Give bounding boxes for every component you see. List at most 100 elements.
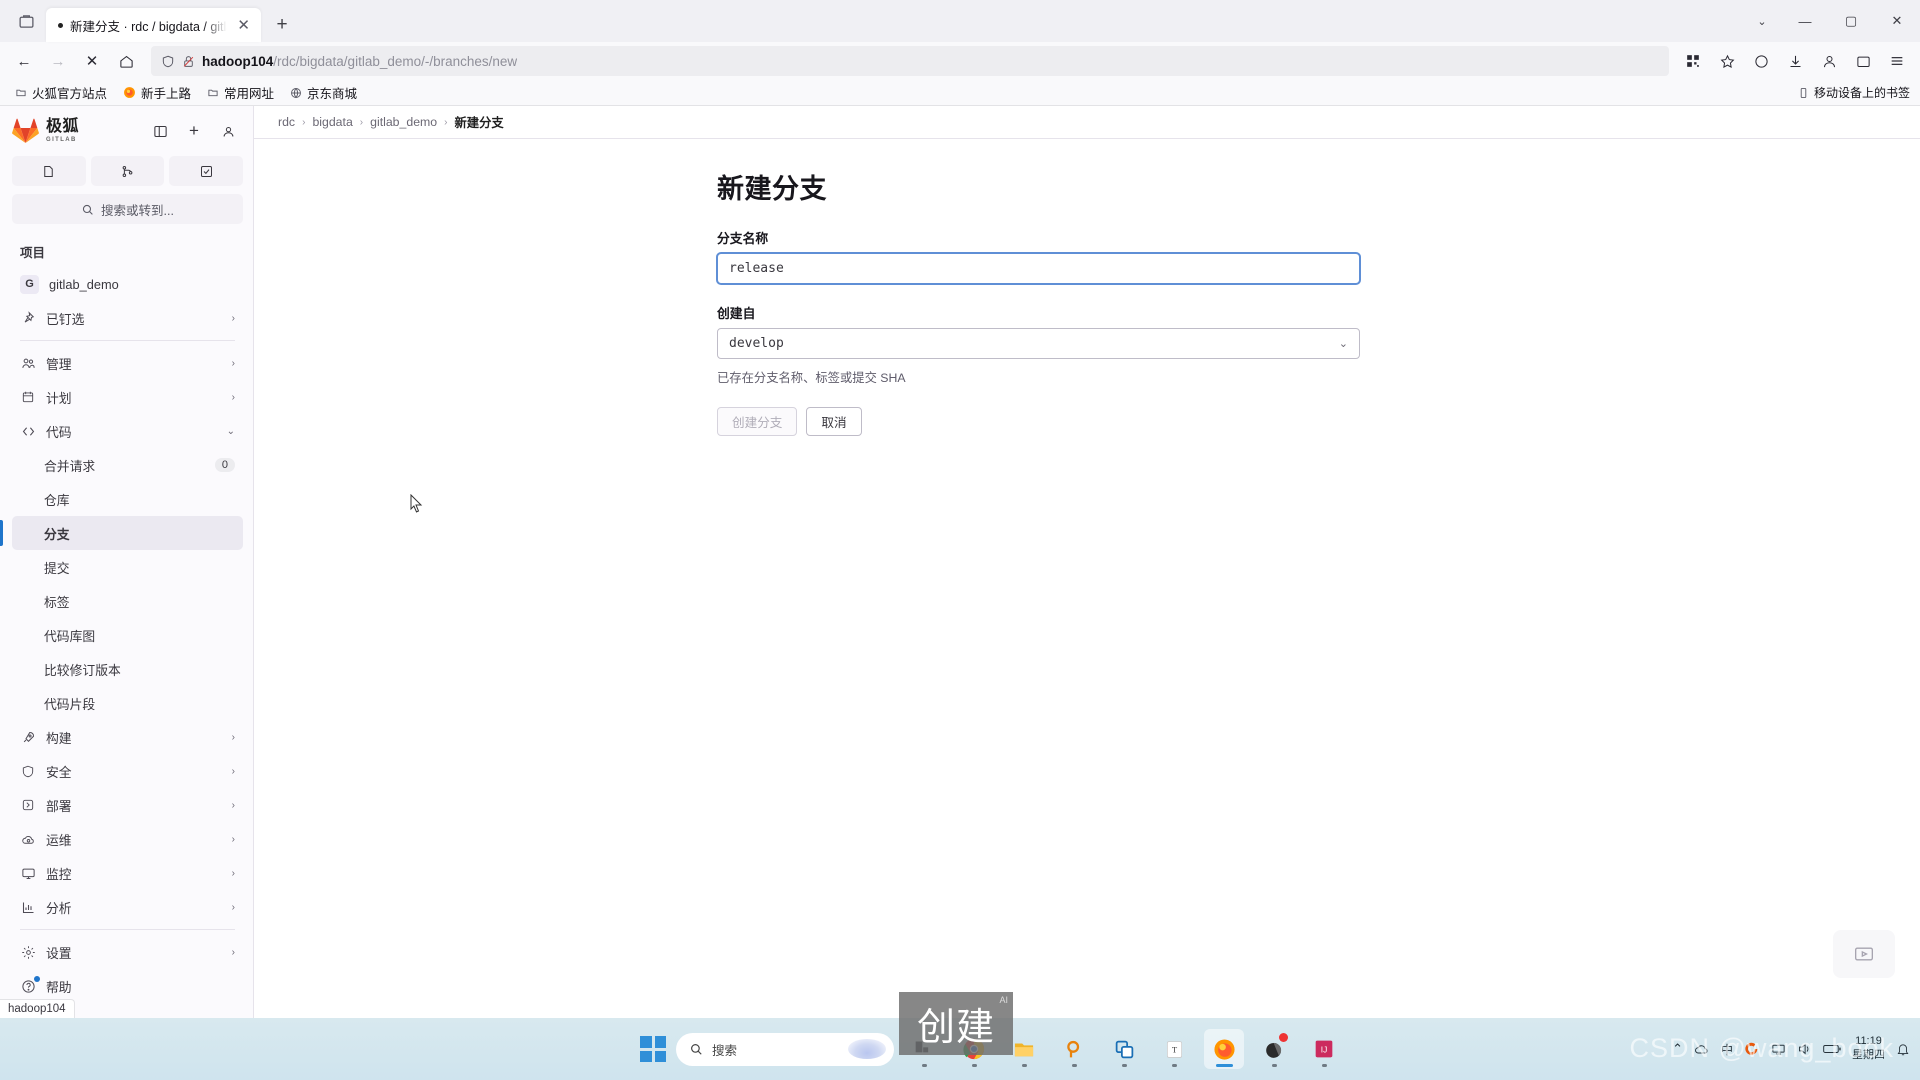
notification-bell-icon[interactable] xyxy=(1896,1042,1910,1057)
qr-code-icon[interactable] xyxy=(1678,46,1708,76)
firefox-icon[interactable] xyxy=(1204,1029,1244,1069)
chevron-down-icon: ⌄ xyxy=(226,425,235,437)
lock-crossed-icon[interactable] xyxy=(182,54,195,69)
video-player-overlay-icon[interactable] xyxy=(1833,930,1895,978)
browser-tab[interactable]: 新建分支 · rdc / bigdata / gitla ✕ xyxy=(46,8,261,42)
users-icon xyxy=(20,356,36,371)
merge-requests-button[interactable] xyxy=(90,156,165,186)
link-status-bar: hadoop104 xyxy=(0,999,75,1018)
search-everything-icon[interactable] xyxy=(1054,1029,1094,1069)
todos-button[interactable] xyxy=(169,156,244,186)
bookmark-item-1[interactable]: 新手上路 xyxy=(116,81,198,104)
issues-button[interactable] xyxy=(12,156,86,186)
sidebar-section-title: 项目 xyxy=(20,246,46,260)
user-avatar-button[interactable] xyxy=(213,116,243,146)
bookmark-item-2[interactable]: 常用网址 xyxy=(200,81,281,104)
sidebar-item-snippets[interactable]: 代码片段 xyxy=(12,686,243,720)
sidebar-item-compare-revisions[interactable]: 比较修订版本 xyxy=(12,652,243,686)
firefox-view-icon[interactable] xyxy=(6,0,46,42)
sogou-icon[interactable] xyxy=(1744,1041,1760,1057)
close-window-button[interactable]: ✕ xyxy=(1874,0,1920,42)
breadcrumb-item-gitlab-demo[interactable]: gitlab_demo xyxy=(370,115,437,129)
main-content: rdc › bigdata › gitlab_demo › 新建分支 新建分支 … xyxy=(254,106,1920,1018)
sidebar-item-project[interactable]: G gitlab_demo xyxy=(12,267,243,301)
sidebar-item-tags[interactable]: 标签 xyxy=(12,584,243,618)
tab-unread-dot xyxy=(58,22,63,28)
sidebar-item-pinned[interactable]: 已钉选 › xyxy=(12,301,243,335)
tab-close-icon[interactable]: ✕ xyxy=(234,16,253,35)
onedrive-icon[interactable] xyxy=(1694,1042,1710,1056)
create-branch-button[interactable]: 创建分支 xyxy=(717,407,798,436)
merge-request-count-badge: 0 xyxy=(214,458,235,472)
search-input[interactable]: 搜索或转到... xyxy=(12,194,243,224)
ime-indicator[interactable]: 中 xyxy=(1721,1041,1733,1058)
sidebar-item-deploy[interactable]: 部署 › xyxy=(12,788,243,822)
sidebar-item-settings[interactable]: 设置 › xyxy=(12,935,243,969)
sidebar-item-commits[interactable]: 提交 xyxy=(12,550,243,584)
back-icon[interactable]: ← xyxy=(8,46,40,76)
sidebar-item-operations[interactable]: 运维 › xyxy=(12,822,243,856)
create-from-label: 创建自 xyxy=(717,306,756,321)
sidebar-item-manage[interactable]: 管理 › xyxy=(12,346,243,380)
sidebar-item-security[interactable]: 安全 › xyxy=(12,754,243,788)
url-bar[interactable]: hadoop104/rdc/bigdata/gitlab_demo/-/bran… xyxy=(151,46,1669,76)
pin-icon xyxy=(20,311,36,325)
sidebar-item-branches[interactable]: 分支 xyxy=(0,516,243,550)
network-icon[interactable] xyxy=(1771,1042,1786,1056)
breadcrumb-item-bigdata[interactable]: bigdata xyxy=(312,115,352,129)
notification-app-icon[interactable] xyxy=(1254,1029,1294,1069)
downloads-icon[interactable] xyxy=(1780,46,1810,76)
running-indicator xyxy=(1071,1064,1077,1067)
sidebar-item-code[interactable]: 代码 ⌄ xyxy=(12,414,243,448)
create-from-dropdown[interactable]: develop ⌄ xyxy=(717,328,1360,359)
gitlab-logo[interactable]: 极狐 GITLAB xyxy=(12,118,141,144)
battery-icon[interactable] xyxy=(1823,1043,1841,1055)
breadcrumb-item-current: 新建分支 xyxy=(454,116,504,130)
jetbrains-icon[interactable]: IJ xyxy=(1304,1029,1344,1069)
save-to-pocket-icon[interactable] xyxy=(1848,46,1878,76)
sidebar-item-monitor[interactable]: 监控 › xyxy=(12,856,243,890)
new-tab-button[interactable]: + xyxy=(265,8,299,42)
stop-icon[interactable]: ✕ xyxy=(76,46,108,76)
taskbar-search-input[interactable]: 搜索 xyxy=(676,1032,894,1066)
bookmark-item-0[interactable]: 火狐官方站点 xyxy=(8,81,114,104)
extensions-icon[interactable] xyxy=(1746,46,1776,76)
volume-icon[interactable] xyxy=(1797,1042,1812,1056)
maximize-button[interactable]: ▢ xyxy=(1828,0,1874,42)
vmware-icon[interactable] xyxy=(1104,1029,1144,1069)
sidebar-item-plan[interactable]: 计划 › xyxy=(12,380,243,414)
bookmark-item-3[interactable]: 京东商城 xyxy=(283,81,364,104)
tab-list-chevron-icon[interactable]: ⌄ xyxy=(1742,0,1782,42)
gitlab-fox-icon xyxy=(12,118,39,144)
bookmark-star-icon[interactable] xyxy=(1712,46,1742,76)
mobile-bookmarks-item[interactable]: 移动设备上的书签 xyxy=(1798,84,1910,101)
account-icon[interactable] xyxy=(1814,46,1844,76)
app-menu-icon[interactable] xyxy=(1882,46,1912,76)
home-icon[interactable] xyxy=(110,46,142,76)
rocket-icon xyxy=(20,730,36,745)
sidebar-item-build[interactable]: 构建 › xyxy=(12,720,243,754)
shield-icon[interactable] xyxy=(161,54,175,69)
chevron-right-icon: › xyxy=(231,901,235,913)
branch-name-label: 分支名称 xyxy=(717,231,769,246)
sidebar-item-repository[interactable]: 仓库 xyxy=(12,482,243,516)
sidebar-item-analytics[interactable]: 分析 › xyxy=(12,890,243,924)
show-hidden-icons-button[interactable]: ⌃ xyxy=(1672,1041,1683,1057)
sidebar-item-repository-graph[interactable]: 代码库图 xyxy=(12,618,243,652)
start-button[interactable] xyxy=(640,1036,666,1062)
chevron-right-icon: › xyxy=(231,765,235,777)
typora-icon[interactable]: T xyxy=(1154,1029,1194,1069)
minimize-button[interactable]: — xyxy=(1782,0,1828,42)
breadcrumb-item-rdc[interactable]: rdc xyxy=(278,115,295,129)
mobile-bookmarks-icon xyxy=(1798,87,1809,99)
toggle-sidebar-button[interactable] xyxy=(145,116,175,146)
forward-icon[interactable]: → xyxy=(42,46,74,76)
sidebar-label: 管理 xyxy=(46,356,72,372)
code-icon xyxy=(20,424,36,439)
sidebar-item-help[interactable]: 帮助 xyxy=(12,969,243,1003)
create-new-button[interactable]: + xyxy=(179,116,209,146)
cancel-button[interactable]: 取消 xyxy=(806,407,862,436)
branch-name-input[interactable]: release xyxy=(717,253,1360,284)
taskbar-clock[interactable]: 11:19 星期四 xyxy=(1852,1035,1885,1063)
sidebar-item-merge-requests[interactable]: 合并请求 0 xyxy=(12,448,243,482)
